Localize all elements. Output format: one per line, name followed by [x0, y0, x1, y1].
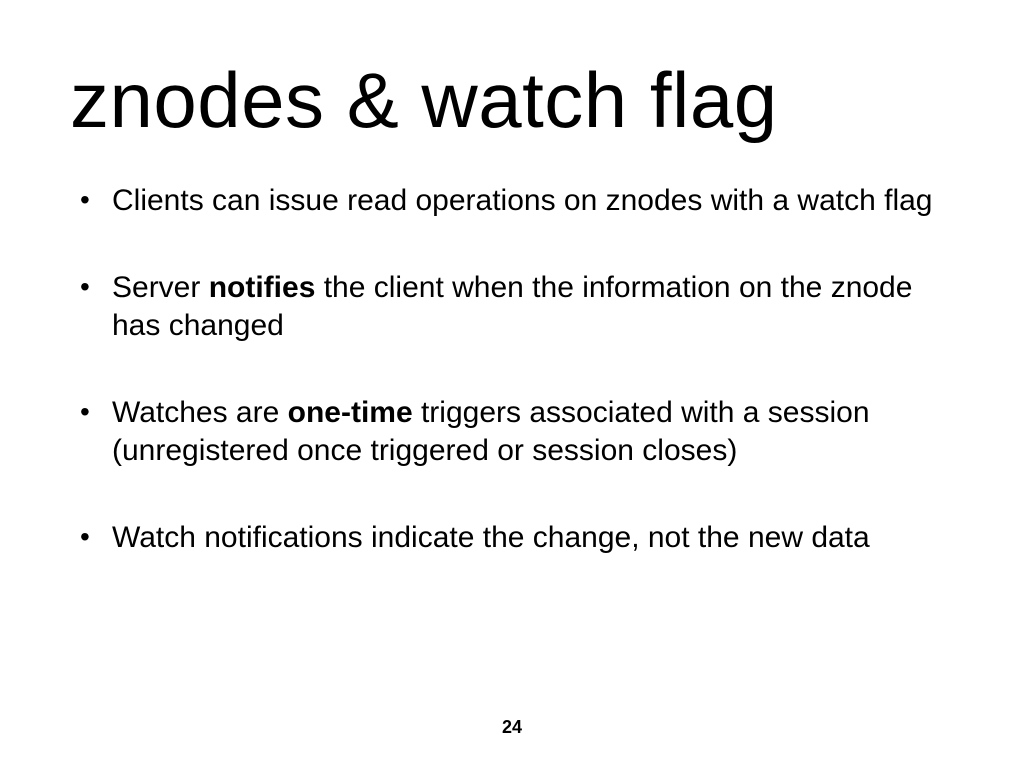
bullet-list: Clients can issue read operations on zno…	[70, 182, 954, 557]
bullet-text-pre: Watches are	[112, 396, 288, 429]
slide-title: znodes & watch flag	[70, 60, 954, 142]
slide: znodes & watch flag Clients can issue re…	[0, 0, 1024, 768]
page-number: 24	[0, 717, 1024, 738]
list-item: Watches are one-time triggers associated…	[70, 394, 954, 469]
bullet-text-pre: Clients can issue read operations on zno…	[112, 184, 932, 217]
list-item: Watch notifications indicate the change,…	[70, 519, 954, 557]
list-item: Clients can issue read operations on zno…	[70, 182, 954, 220]
bullet-text-bold: one-time	[288, 396, 413, 429]
bullet-text-bold: notifies	[209, 271, 316, 304]
bullet-text-pre: Server	[112, 271, 209, 304]
list-item: Server notifies the client when the info…	[70, 269, 954, 344]
bullet-text-pre: Watch notifications indicate the change,…	[112, 521, 870, 554]
